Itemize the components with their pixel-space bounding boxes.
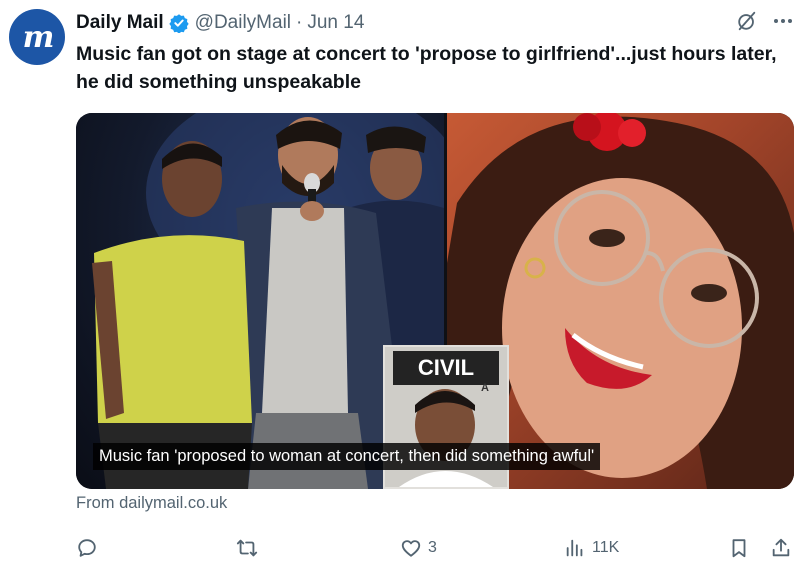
action-bar: 3 11K <box>76 534 794 562</box>
mugshot-sign-top: CIVIL <box>418 355 474 380</box>
media-card[interactable]: CIVIL A Music fan 'proposed to woman at … <box>76 113 794 489</box>
like-icon <box>401 540 421 557</box>
tweet-text: Music fan got on stage at concert to 'pr… <box>76 43 777 93</box>
verified-badge-icon <box>168 14 189 33</box>
more-icon[interactable] <box>772 10 794 32</box>
author-name[interactable]: Daily Mail <box>76 12 164 34</box>
link-source[interactable]: From dailymail.co.uk <box>76 494 227 513</box>
header-actions <box>736 10 794 32</box>
header-separator: · <box>296 12 303 33</box>
avatar[interactable]: m <box>9 9 65 65</box>
retweet-button[interactable] <box>236 534 264 562</box>
bookmark-button[interactable] <box>728 534 750 562</box>
share-icon <box>772 538 790 557</box>
reply-button[interactable] <box>76 534 104 562</box>
reply-icon <box>78 539 96 557</box>
mugshot-sign-bottom: A <box>481 382 489 394</box>
share-button[interactable] <box>770 534 792 562</box>
like-button[interactable]: 3 <box>400 534 437 562</box>
avatar-logo: m <box>22 19 55 55</box>
retweet-icon <box>236 539 258 557</box>
tweet-header: Daily Mail @DailyMail · Jun 14 <box>76 10 364 36</box>
bookmark-icon <box>732 539 746 558</box>
author-handle[interactable]: @DailyMail <box>195 12 291 34</box>
like-count: 3 <box>428 539 437 556</box>
media-caption: Music fan 'proposed to woman at concert,… <box>93 443 601 470</box>
tweet-date[interactable]: Jun 14 <box>307 12 364 34</box>
views-button[interactable]: 11K <box>564 534 619 562</box>
views-count: 11K <box>592 539 620 556</box>
grok-icon[interactable] <box>736 10 758 32</box>
views-icon <box>566 539 583 557</box>
